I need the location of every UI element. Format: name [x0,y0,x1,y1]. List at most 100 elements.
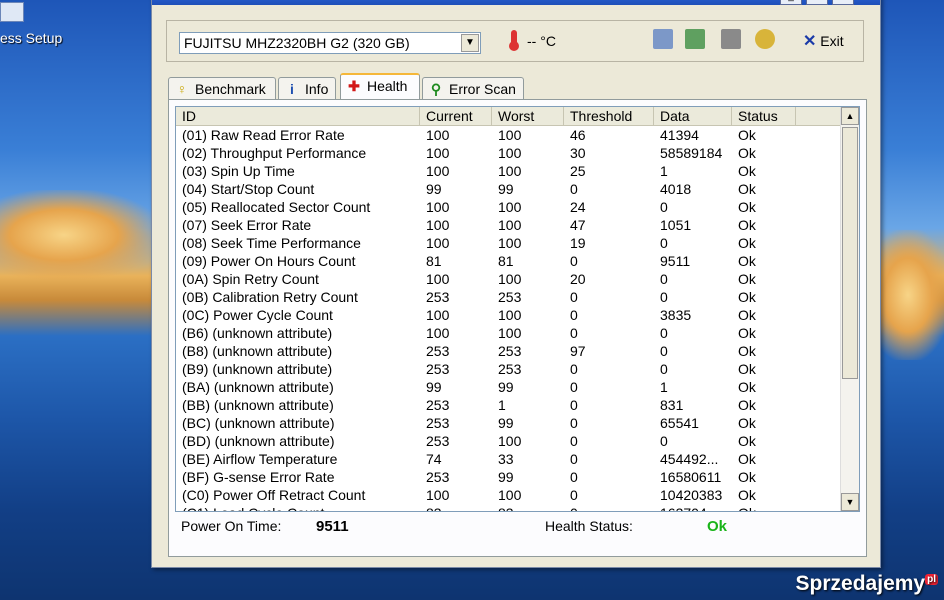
attr-current: 99 [426,379,442,395]
attr-data: 0 [660,343,668,359]
table-row[interactable]: (02) Throughput Performance 100 100 30 58589… [176,144,840,162]
desktop-icon-label[interactable]: ess Setup [0,30,62,46]
attr-threshold: 0 [570,325,578,341]
column-header-worst[interactable]: Worst [492,107,564,125]
drive-select-value: FUJITSU MHZ2320BH G2 (320 GB) [184,35,410,51]
attr-threshold: 0 [570,469,578,485]
table-row[interactable]: (BA) (unknown attribute) 99 99 0 1 Ok [176,378,840,396]
attr-worst: 99 [498,379,514,395]
attr-id: (B6) (unknown attribute) [182,325,333,341]
attr-current: 253 [426,397,450,413]
table-row[interactable]: (BE) Airflow Temperature 74 33 0 454492... Ok [176,450,840,468]
table-row[interactable]: (B9) (unknown attribute) 253 253 0 0 Ok [176,360,840,378]
toolbar: FUJITSU MHZ2320BH G2 (320 GB) ▼ -- °C ✕ … [166,20,864,62]
attr-status: Ok [738,451,756,467]
table-row[interactable]: (C0) Power Off Retract Count 100 100 0 10420… [176,486,840,504]
attr-threshold: 0 [564,504,654,511]
close-button[interactable]: × [832,0,854,5]
tab-error-scan[interactable]: ⚲ Error Scan [422,77,524,99]
attr-threshold: 25 [570,163,586,179]
attr-id: (07) Seek Error Rate [182,217,312,233]
attr-threshold: 24 [570,199,586,215]
attr-data: 0 [660,271,668,287]
setup-shortcut-icon[interactable] [0,2,24,22]
attr-current: 81 [426,253,442,269]
copy-info-icon[interactable] [653,29,673,49]
attr-data: 10420383 [660,487,723,503]
attr-worst: 99 [498,469,514,485]
column-header-data[interactable]: Data [654,107,732,125]
table-row[interactable]: (09) Power On Hours Count 81 81 0 9511 Ok [176,252,840,270]
attr-worst: 100 [498,325,522,341]
table-row[interactable]: (03) Spin Up Time 100 100 25 1 Ok [176,162,840,180]
desktop-cloud [0,190,160,280]
table-row[interactable]: (BD) (unknown attribute) 253 100 0 0 Ok [176,432,840,450]
tab-benchmark[interactable]: ♀ Benchmark [168,77,276,99]
scroll-thumb[interactable] [842,127,858,379]
table-row[interactable]: (B8) (unknown attribute) 253 253 97 0 Ok [176,342,840,360]
minimize-button[interactable]: _ [780,0,802,5]
table-row[interactable]: (0C) Power Cycle Count 100 100 0 3835 Ok [176,306,840,324]
dropdown-arrow-icon[interactable]: ▼ [461,34,479,52]
scroll-up-icon[interactable]: ▲ [841,107,859,125]
title-bar[interactable] [152,0,880,5]
attr-status: Ok [738,217,756,233]
copy-all-icon[interactable] [685,29,705,49]
table-row[interactable]: (B6) (unknown attribute) 100 100 0 0 Ok [176,324,840,342]
attr-worst: 100 [498,235,522,251]
attr-worst: 99 [498,181,514,197]
tab-info[interactable]: i Info [278,77,336,99]
health-status-label: Health Status: [545,518,633,534]
table-row[interactable]: (01) Raw Read Error Rate 100 100 46 41394 Ok [176,126,840,144]
tab-health[interactable]: ✚ Health [340,73,420,100]
attr-id: (BE) Airflow Temperature [182,451,338,467]
attr-worst: 99 [498,415,514,431]
attr-data: 3835 [660,307,692,323]
attr-id: (BA) (unknown attribute) [182,379,334,395]
table-row[interactable]: (05) Reallocated Sector Count 100 100 24 0 Ok [176,198,840,216]
attr-current: 100 [426,163,450,179]
column-header-id[interactable]: ID [176,107,420,125]
desktop-cloud [880,230,944,360]
exit-button[interactable]: ✕ Exit [803,31,844,51]
drive-select[interactable]: FUJITSU MHZ2320BH G2 (320 GB) ▼ [179,32,481,54]
exit-icon: ✕ [803,33,817,50]
table-row[interactable]: (08) Seek Time Performance 100 100 19 0 Ok [176,234,840,252]
attr-threshold: 0 [570,181,578,197]
watermark-logo: Sprzedajemy pl [796,572,938,596]
column-header-threshold[interactable]: Threshold [564,107,654,125]
attr-status: Ok [738,379,756,395]
attr-id: (BF) G-sense Error Rate [182,469,335,485]
table-row[interactable]: (07) Seek Error Rate 100 100 47 1051 Ok [176,216,840,234]
save-screenshot-icon[interactable] [721,29,741,49]
table-row[interactable]: (BC) (unknown attribute) 253 99 0 65541 Ok [176,414,840,432]
attr-data: 9511 [660,253,691,269]
table-row[interactable]: (0A) Spin Retry Count 100 100 20 0 Ok [176,270,840,288]
smart-attributes-list[interactable]: ID Current Worst Threshold Data Status (… [175,106,860,512]
table-row[interactable]: (BB) (unknown attribute) 253 1 0 831 Ok [176,396,840,414]
attr-data: 41394 [660,127,699,143]
attr-status: Ok [732,504,796,511]
scroll-down-icon[interactable]: ▼ [841,493,859,511]
tab-label: Health [367,78,408,94]
attr-data: 163704 [654,504,732,511]
table-row[interactable]: (0B) Calibration Retry Count 253 253 0 0 Ok [176,288,840,306]
table-row[interactable]: (C1) Load Cycle Count83830163704Ok [176,504,840,511]
attr-status: Ok [738,343,756,359]
attr-status: Ok [738,163,756,179]
table-row[interactable]: (BF) G-sense Error Rate 253 99 0 16580611 Ok [176,468,840,486]
column-header-current[interactable]: Current [420,107,492,125]
table-row[interactable]: (04) Start/Stop Count 99 99 0 4018 Ok [176,180,840,198]
attr-current: 100 [426,235,450,251]
attr-worst: 100 [498,307,522,323]
options-icon[interactable] [755,29,775,49]
maximize-button[interactable]: □ [806,0,828,5]
attr-status: Ok [738,415,756,431]
attr-current: 99 [426,181,442,197]
attr-current: 253 [426,361,450,377]
attr-current: 74 [426,451,442,467]
vertical-scrollbar[interactable]: ▲ ▼ [840,107,859,511]
attr-current: 83 [420,504,492,511]
attr-threshold: 0 [570,361,578,377]
column-header-status[interactable]: Status [732,107,796,125]
